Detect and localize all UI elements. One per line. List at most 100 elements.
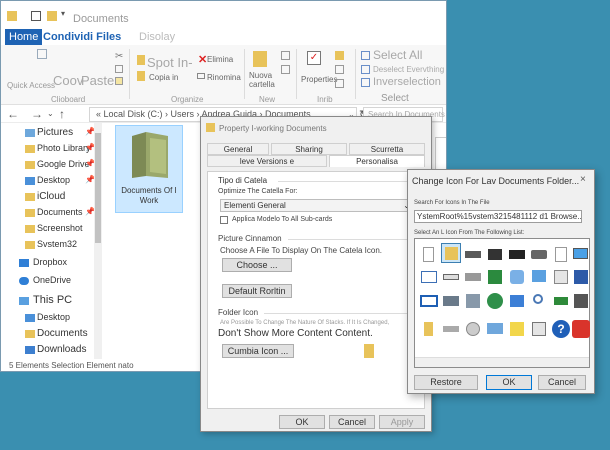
- new-folder-button-line2[interactable]: cartella: [249, 80, 275, 89]
- copy-button[interactable]: Coov: [53, 73, 83, 88]
- edit-icon[interactable]: [335, 65, 344, 74]
- cancel-button[interactable]: Cancel: [329, 415, 375, 429]
- application-icon[interactable]: [571, 267, 591, 287]
- checkbox-icon[interactable]: [31, 11, 41, 21]
- nav-item-screenshot[interactable]: Screenshot: [37, 223, 83, 233]
- tab-general[interactable]: General: [207, 143, 269, 155]
- tab-security[interactable]: Scurretta: [349, 143, 425, 155]
- recent-dropdown-icon[interactable]: ⌄: [47, 109, 54, 118]
- new-item-icon[interactable]: [281, 51, 290, 60]
- restore-defaults-button[interactable]: Restore: [414, 375, 478, 390]
- yellow-folder-icon[interactable]: [419, 319, 439, 339]
- nav-item-pc-documents[interactable]: Documents: [37, 328, 88, 339]
- up-arrow-icon[interactable]: ↑: [59, 107, 65, 121]
- ok-button[interactable]: OK: [486, 375, 532, 390]
- folder-icon[interactable]: [47, 11, 57, 21]
- folder-icon[interactable]: [441, 243, 461, 263]
- nav-item-downloads[interactable]: Downloads: [37, 344, 86, 355]
- notes-icon[interactable]: [507, 319, 527, 339]
- printer-icon[interactable]: [441, 291, 461, 311]
- nav-item-dropbox[interactable]: Dropbox: [33, 257, 67, 267]
- network-drive-icon[interactable]: [529, 245, 549, 265]
- title-bar[interactable]: ▾ Documents: [1, 1, 446, 29]
- laptop-icon[interactable]: [485, 319, 505, 339]
- empty-window-icon[interactable]: [419, 291, 439, 311]
- nav-scrollbar-thumb[interactable]: [95, 133, 101, 243]
- copy-path-icon[interactable]: [115, 65, 123, 73]
- select-none-button[interactable]: Deselect Evervthing: [373, 65, 444, 74]
- copy-to-button[interactable]: Copia in: [149, 73, 178, 82]
- nav-item-onedrive[interactable]: OneDrive: [33, 275, 71, 285]
- nav-item-icloud[interactable]: iCloud: [37, 191, 65, 202]
- move-to-button[interactable]: Spot In-: [147, 55, 193, 70]
- document-settings-icon[interactable]: [551, 245, 571, 265]
- keyboard-icon[interactable]: [441, 267, 461, 287]
- document-box-icon[interactable]: [529, 319, 549, 339]
- restore-default-button[interactable]: Default Rorltin: [222, 284, 292, 298]
- apply-template-checkbox[interactable]: [220, 216, 228, 224]
- hard-drive-icon[interactable]: [463, 245, 483, 265]
- folder-item-documents[interactable]: Documents Of I Work: [115, 125, 183, 213]
- ok-button[interactable]: OK: [279, 415, 325, 429]
- optimize-select[interactable]: Elementi General ⌄: [220, 199, 414, 212]
- tab-home[interactable]: Home: [5, 29, 43, 45]
- icon-file-path-input[interactable]: YstemRoot%15vstem3215481112 d1 Browse...: [414, 210, 582, 223]
- monitor-icon[interactable]: [571, 245, 591, 265]
- tab-share[interactable]: Condividi Files: [39, 29, 125, 45]
- arrow-right-icon[interactable]: [551, 291, 571, 311]
- nav-item-system32[interactable]: Svstem32: [37, 239, 77, 249]
- forward-arrow-icon[interactable]: →: [31, 107, 43, 121]
- choose-file-button[interactable]: Choose ...: [222, 258, 292, 272]
- help-icon[interactable]: ?: [551, 319, 571, 339]
- pin-quick-access-icon[interactable]: [37, 49, 47, 59]
- tab-customize[interactable]: Personalisa: [329, 155, 425, 167]
- drive-icon[interactable]: [507, 245, 527, 265]
- server-icon[interactable]: [463, 291, 483, 311]
- dropdown-icon[interactable]: ▾: [61, 9, 65, 18]
- globe-icon[interactable]: [485, 291, 505, 311]
- sound-icon[interactable]: [571, 291, 591, 311]
- nav-item-pc-desktop[interactable]: Desktop: [37, 312, 70, 322]
- change-icon-button[interactable]: Cumbia Icon ...: [222, 344, 294, 358]
- chip-icon[interactable]: [485, 245, 505, 265]
- apply-button[interactable]: Apply: [379, 415, 425, 429]
- icon-list[interactable]: ?: [414, 238, 590, 368]
- power-icon[interactable]: [571, 319, 591, 339]
- paste-button[interactable]: Paste: [81, 73, 114, 88]
- nav-item-pictures[interactable]: Pictures: [37, 127, 73, 138]
- invert-selection-button[interactable]: Inverselection: [373, 76, 441, 88]
- rename-button[interactable]: Rinomina: [207, 73, 241, 82]
- select-all-button[interactable]: Select All: [373, 48, 422, 62]
- quick-access-button[interactable]: Quick Access: [7, 81, 55, 90]
- network-share-icon[interactable]: [551, 267, 571, 287]
- tab-view[interactable]: Disolay: [135, 29, 179, 45]
- nav-item-this-pc[interactable]: This PC: [33, 294, 72, 306]
- nav-item-documents[interactable]: Documents: [37, 207, 83, 217]
- processor-icon[interactable]: [485, 267, 505, 287]
- cut-icon[interactable]: ✂: [115, 51, 123, 62]
- tab-previous-versions[interactable]: leve Versions e: [207, 155, 327, 167]
- properties-button[interactable]: Properties: [301, 75, 337, 84]
- icon-list-scrollbar[interactable]: [415, 357, 589, 367]
- magnifier-icon[interactable]: [529, 291, 549, 311]
- cd-drive-icon[interactable]: [463, 319, 483, 339]
- new-folder-button[interactable]: Nuova: [249, 71, 272, 80]
- computer-icon[interactable]: [529, 267, 549, 287]
- open-icon[interactable]: [335, 51, 344, 60]
- nav-item-desktop[interactable]: Desktop: [37, 175, 70, 185]
- network-icon[interactable]: [507, 267, 527, 287]
- floppy-drive-icon[interactable]: [463, 267, 483, 287]
- history-icon[interactable]: [335, 79, 344, 88]
- tab-sharing[interactable]: Sharing: [271, 143, 347, 155]
- easy-access-icon[interactable]: [281, 65, 290, 74]
- network-connections-icon[interactable]: [507, 291, 527, 311]
- delete-button[interactable]: Elimina: [207, 55, 233, 64]
- close-icon[interactable]: ×: [580, 174, 586, 185]
- paste-shortcut-icon[interactable]: [115, 77, 123, 85]
- cancel-button[interactable]: Cancel: [538, 375, 586, 390]
- blank-document-icon[interactable]: [419, 245, 439, 265]
- scanner-icon[interactable]: [441, 319, 461, 339]
- nav-item-photo-library[interactable]: Photo Library: [37, 143, 91, 153]
- window-icon[interactable]: [419, 267, 439, 287]
- back-arrow-icon[interactable]: ←: [7, 107, 19, 121]
